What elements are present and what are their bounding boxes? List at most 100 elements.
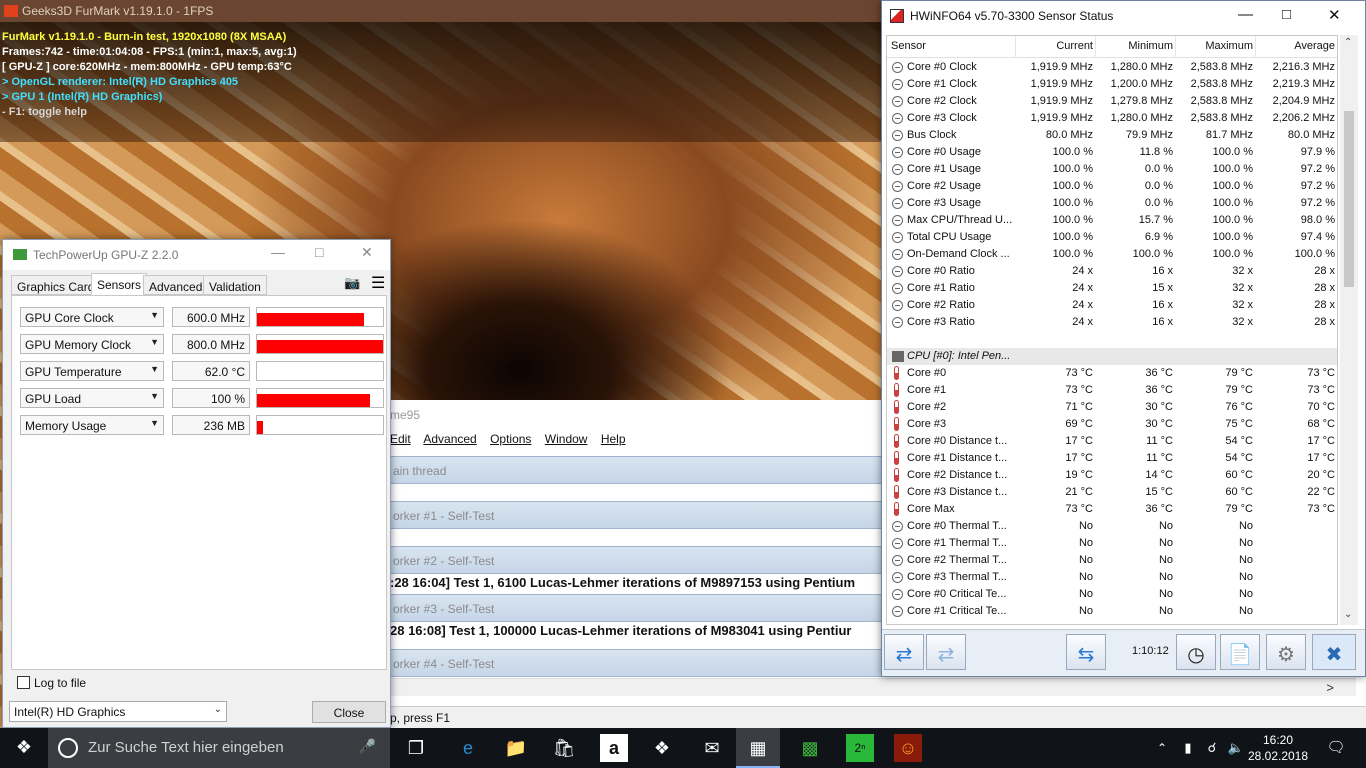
close-button[interactable]: Close <box>312 701 386 723</box>
worker-3-pane[interactable]: orker #3 - Self-Test <box>390 594 890 622</box>
chevron-right-icon[interactable]: > <box>1326 680 1334 695</box>
system-clock[interactable]: 16:20 28.02.2018 <box>1238 732 1318 764</box>
table-row[interactable]: Core #3 Thermal T... No No No <box>887 569 1337 586</box>
sensor-name-select[interactable]: GPU Load ▼ <box>20 388 164 408</box>
col-current[interactable]: Current <box>1056 40 1093 52</box>
add-report-icon[interactable]: 📄 <box>1220 634 1260 670</box>
microphone-icon[interactable]: 🎤 <box>359 738 376 755</box>
table-row[interactable]: Core #2 Clock 1,919.9 MHz 1,279.8 MHz 2,583… <box>887 93 1337 110</box>
thermometer-icon <box>894 434 899 448</box>
chevron-down-icon[interactable]: ⌄ <box>1344 609 1352 620</box>
table-row[interactable] <box>887 331 1337 348</box>
maximize-icon[interactable]: □ <box>315 244 323 260</box>
table-row[interactable]: Core #2 Distance t... 19 °C 14 °C 60 °C 20 °… <box>887 467 1337 484</box>
menu-edit[interactable]: Edit <box>390 432 411 446</box>
table-row[interactable]: Core #3 Distance t... 21 °C 15 °C 60 °C 22 °… <box>887 484 1337 501</box>
table-row[interactable]: Core #0 Ratio 24 x 16 x 32 x 28 x <box>887 263 1337 280</box>
table-row[interactable]: Core #0 Critical Te... No No No <box>887 586 1337 603</box>
table-row[interactable]: Core #0 Distance t... 17 °C 11 °C 54 °C 17 °… <box>887 433 1337 450</box>
tab-sensors[interactable]: Sensors <box>91 273 148 295</box>
table-row[interactable]: Core #2 Thermal T... No No No <box>887 552 1337 569</box>
mail-icon[interactable]: ✉ <box>698 734 726 762</box>
menu-help[interactable]: Help <box>601 432 626 446</box>
chevron-up-icon[interactable]: ⌃ <box>1148 734 1176 762</box>
device-select[interactable]: Intel(R) HD Graphics ⌄ <box>9 701 227 722</box>
notifications-icon[interactable]: 🗨 <box>1322 734 1350 762</box>
vertical-scrollbar[interactable]: ⌃ ⌄ <box>1340 35 1358 625</box>
table-row[interactable]: Core #2 Ratio 24 x 16 x 32 x 28 x <box>887 297 1337 314</box>
menu-advanced[interactable]: Advanced <box>423 432 476 446</box>
chevron-up-icon[interactable]: ⌃ <box>1344 37 1352 48</box>
search-box[interactable]: Zur Suche Text hier eingeben 🎤 <box>48 728 390 768</box>
sensor-name-select[interactable]: GPU Memory Clock ▼ <box>20 334 164 354</box>
col-average[interactable]: Average <box>1294 40 1335 52</box>
tab-graphics-card[interactable]: Graphics Card <box>11 275 101 295</box>
table-row[interactable]: Core Max 73 °C 36 °C 79 °C 73 °C <box>887 501 1337 518</box>
horizontal-scrollbar[interactable]: > <box>390 678 1356 696</box>
table-row[interactable]: Core #0 73 °C 36 °C 79 °C 73 °C <box>887 365 1337 382</box>
table-row[interactable]: Core #3 Usage 100.0 % 0.0 % 100.0 % 97.2 % <box>887 195 1337 212</box>
store-icon[interactable]: 🛍 <box>550 734 578 762</box>
table-row[interactable]: Core #3 Clock 1,919.9 MHz 1,280.0 MHz 2,583… <box>887 110 1337 127</box>
menu-window[interactable]: Window <box>545 432 588 446</box>
prime95-icon[interactable]: 2ⁿ <box>846 734 874 762</box>
menu-options[interactable]: Options <box>490 432 531 446</box>
table-row[interactable]: Core #1 Clock 1,919.9 MHz 1,200.0 MHz 2,583… <box>887 76 1337 93</box>
table-row[interactable]: Core #1 Usage 100.0 % 0.0 % 100.0 % 97.2 % <box>887 161 1337 178</box>
camera-icon[interactable]: 📷 <box>344 275 360 291</box>
windows-start-icon[interactable]: ❖ <box>0 728 48 768</box>
close-sensors-icon[interactable]: ✖ <box>1312 634 1356 670</box>
scroll-thumb[interactable] <box>1344 111 1354 287</box>
col-maximum[interactable]: Maximum <box>1205 40 1253 52</box>
sensor-name-select[interactable]: Memory Usage ▼ <box>20 415 164 435</box>
table-row[interactable]: Core #0 Clock 1,919.9 MHz 1,280.0 MHz 2,583… <box>887 59 1337 76</box>
close-icon[interactable]: ✕ <box>361 244 373 261</box>
maximize-icon[interactable]: □ <box>1282 6 1291 23</box>
minimize-icon[interactable]: — <box>271 244 285 260</box>
worker-4-pane[interactable]: orker #4 - Self-Test <box>390 649 890 677</box>
clock-icon[interactable]: ◷ <box>1176 634 1216 670</box>
table-row[interactable]: Core #2 71 °C 30 °C 76 °C 70 °C <box>887 399 1337 416</box>
worker-1-pane[interactable]: orker #1 - Self-Test <box>390 501 890 529</box>
hwinfo-icon[interactable]: ▦ <box>744 734 772 762</box>
amazon-icon[interactable]: a <box>600 734 628 762</box>
file-explorer-icon[interactable]: 📁 <box>502 734 530 762</box>
minimize-icon[interactable]: — <box>1238 6 1253 23</box>
table-row[interactable]: Core #1 Thermal T... No No No <box>887 535 1337 552</box>
table-row[interactable]: Core #1 73 °C 36 °C 79 °C 73 °C <box>887 382 1337 399</box>
table-row[interactable]: Bus Clock 80.0 MHz 79.9 MHz 81.7 MHz 80.0 MH… <box>887 127 1337 144</box>
task-view-icon[interactable]: ❐ <box>402 734 430 762</box>
table-row[interactable]: Core #1 Critical Te... No No No <box>887 603 1337 620</box>
worker-2-pane[interactable]: orker #2 - Self-Test <box>390 546 890 574</box>
table-row[interactable]: Total CPU Usage 100.0 % 6.9 % 100.0 % 97.4 % <box>887 229 1337 246</box>
table-row[interactable]: Core #1 Distance t... 17 °C 11 °C 54 °C 17 °… <box>887 450 1337 467</box>
checkbox-box[interactable] <box>17 676 30 689</box>
log-to-file-checkbox[interactable]: Log to file <box>17 676 86 690</box>
table-row[interactable]: Core #0 Thermal T... No No No <box>887 518 1337 535</box>
table-row[interactable]: On-Demand Clock ... 100.0 % 100.0 % 100.0 %… <box>887 246 1337 263</box>
table-row[interactable]: Core #2 Usage 100.0 % 0.0 % 100.0 % 97.2 % <box>887 178 1337 195</box>
table-row[interactable]: Core #3 69 °C 30 °C 75 °C 68 °C <box>887 416 1337 433</box>
sensor-name-select[interactable]: GPU Core Clock ▼ <box>20 307 164 327</box>
menu-icon[interactable]: ☰ <box>371 273 385 293</box>
sensor-name-select[interactable]: GPU Temperature ▼ <box>20 361 164 381</box>
collapse-arrows-icon[interactable]: ⇄ <box>926 634 966 670</box>
tab-validation[interactable]: Validation <box>203 275 267 295</box>
expand-arrows-icon[interactable]: ⇄ <box>884 634 924 670</box>
dropbox-icon[interactable]: ❖ <box>648 734 676 762</box>
main-thread-pane[interactable]: ain thread <box>390 456 890 484</box>
gpuz-icon[interactable]: ▩ <box>796 734 824 762</box>
table-row[interactable]: Core #0 Usage 100.0 % 11.8 % 100.0 % 97.9 % <box>887 144 1337 161</box>
table-row[interactable]: Core #3 Ratio 24 x 16 x 32 x 28 x <box>887 314 1337 331</box>
table-row[interactable]: Core #1 Ratio 24 x 15 x 32 x 28 x <box>887 280 1337 297</box>
tab-advanced[interactable]: Advanced <box>143 275 209 295</box>
gear-icon[interactable]: ⚙ <box>1266 634 1306 670</box>
col-sensor[interactable]: Sensor <box>891 40 926 52</box>
table-row[interactable]: Max CPU/Thread U... 100.0 % 15.7 % 100.0 % 9… <box>887 212 1337 229</box>
col-minimum[interactable]: Minimum <box>1128 40 1173 52</box>
network-icon[interactable]: ⇆ <box>1066 634 1106 670</box>
furmark-icon[interactable]: ☺ <box>894 734 922 762</box>
edge-browser-icon[interactable]: e <box>454 734 482 762</box>
sensor-group-header[interactable]: CPU [#0]: Intel Pen... <box>887 348 1337 365</box>
close-icon[interactable]: ✕ <box>1328 6 1341 24</box>
